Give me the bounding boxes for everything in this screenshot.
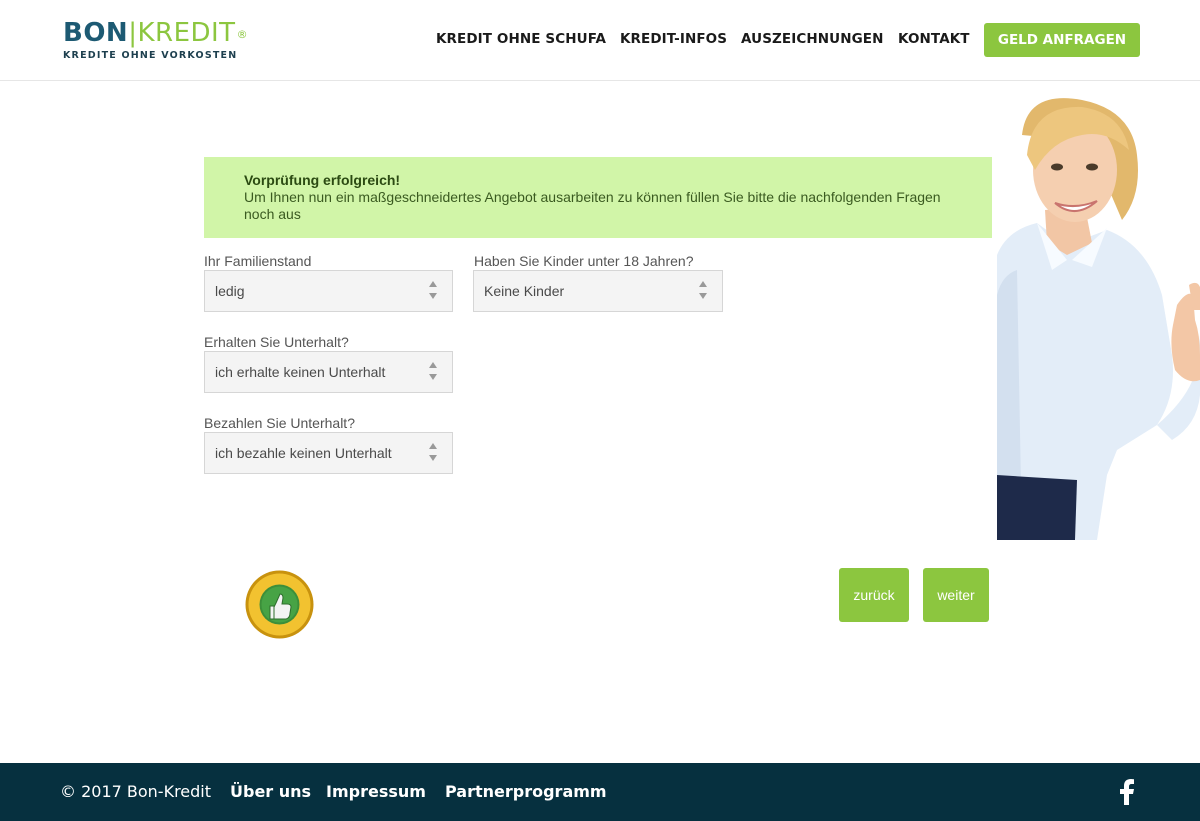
select-arrows-icon — [428, 442, 438, 464]
select-arrows-icon — [698, 280, 708, 302]
unterhalt-erhalt-label: Erhalten Sie Unterhalt? — [204, 334, 349, 350]
unterhalt-zahlung-value: ich bezahle keinen Unterhalt — [215, 445, 392, 461]
logo-bon: BON — [63, 18, 129, 48]
kinder-label: Haben Sie Kinder unter 18 Jahren? — [474, 253, 694, 269]
unterhalt-zahlung-label: Bezahlen Sie Unterhalt? — [204, 415, 355, 431]
footer-link-ueber-uns[interactable]: Über uns — [230, 782, 311, 801]
success-alert: Vorprüfung erfolgreich! Um Ihnen nun ein… — [204, 157, 992, 238]
geld-anfragen-button[interactable]: GELD ANFRAGEN — [984, 23, 1140, 57]
kinder-value: Keine Kinder — [484, 283, 565, 299]
unterhalt-erhalt-value: ich erhalte keinen Unterhalt — [215, 364, 386, 380]
nav-item-auszeichnungen[interactable]: AUSZEICHNUNGEN — [741, 31, 884, 47]
unterhalt-zahlung-select[interactable]: ich bezahle keinen Unterhalt — [204, 432, 453, 474]
alert-text: Um Ihnen nun ein maßgeschneidertes Angeb… — [244, 189, 941, 222]
familienstand-value: ledig — [215, 283, 245, 299]
footer-link-impressum[interactable]: Impressum — [326, 782, 426, 801]
familienstand-field: Ihr Familienstand — [204, 253, 311, 270]
alert-title: Vorprüfung erfolgreich! — [244, 172, 401, 188]
nav-item-kredit-ohne-schufa[interactable]: KREDIT OHNE SCHUFA — [436, 31, 606, 47]
footer-copyright: © 2017 Bon-Kredit — [60, 782, 212, 801]
select-arrows-icon — [428, 280, 438, 302]
familienstand-label: Ihr Familienstand — [204, 253, 312, 269]
unterhalt-zahlung-field: Bezahlen Sie Unterhalt? — [204, 415, 355, 432]
next-button[interactable]: weiter — [923, 568, 989, 622]
footer-link-partnerprogramm[interactable]: Partnerprogramm — [445, 782, 607, 801]
unterhalt-erhalt-select[interactable]: ich erhalte keinen Unterhalt — [204, 351, 453, 393]
ekomi-badge[interactable] — [244, 569, 315, 640]
site-footer: © 2017 Bon-Kredit Über uns Impressum Par… — [0, 763, 1200, 821]
kinder-field: Haben Sie Kinder unter 18 Jahren? — [474, 253, 693, 270]
select-arrows-icon — [428, 361, 438, 383]
unterhalt-erhalt-field: Erhalten Sie Unterhalt? — [204, 334, 349, 351]
logo-registered-mark: ® — [236, 28, 249, 41]
nav-item-kontakt[interactable]: KONTAKT — [898, 31, 970, 47]
logo[interactable]: BON|KREDIT® KREDITE OHNE VORKOSTEN — [63, 18, 248, 64]
logo-kredit: KREDIT — [137, 18, 236, 48]
logo-wordmark: BON|KREDIT® — [63, 18, 248, 48]
facebook-icon[interactable] — [1119, 779, 1137, 805]
back-button[interactable]: zurück — [839, 568, 909, 622]
smiling-woman-image — [997, 95, 1200, 540]
nav-item-kredit-infos[interactable]: KREDIT-INFOS — [620, 31, 727, 47]
familienstand-select[interactable]: ledig — [204, 270, 453, 312]
kinder-select[interactable]: Keine Kinder — [473, 270, 723, 312]
logo-tagline: KREDITE OHNE VORKOSTEN — [63, 50, 238, 61]
site-header: BON|KREDIT® KREDITE OHNE VORKOSTEN KREDI… — [0, 0, 1200, 81]
